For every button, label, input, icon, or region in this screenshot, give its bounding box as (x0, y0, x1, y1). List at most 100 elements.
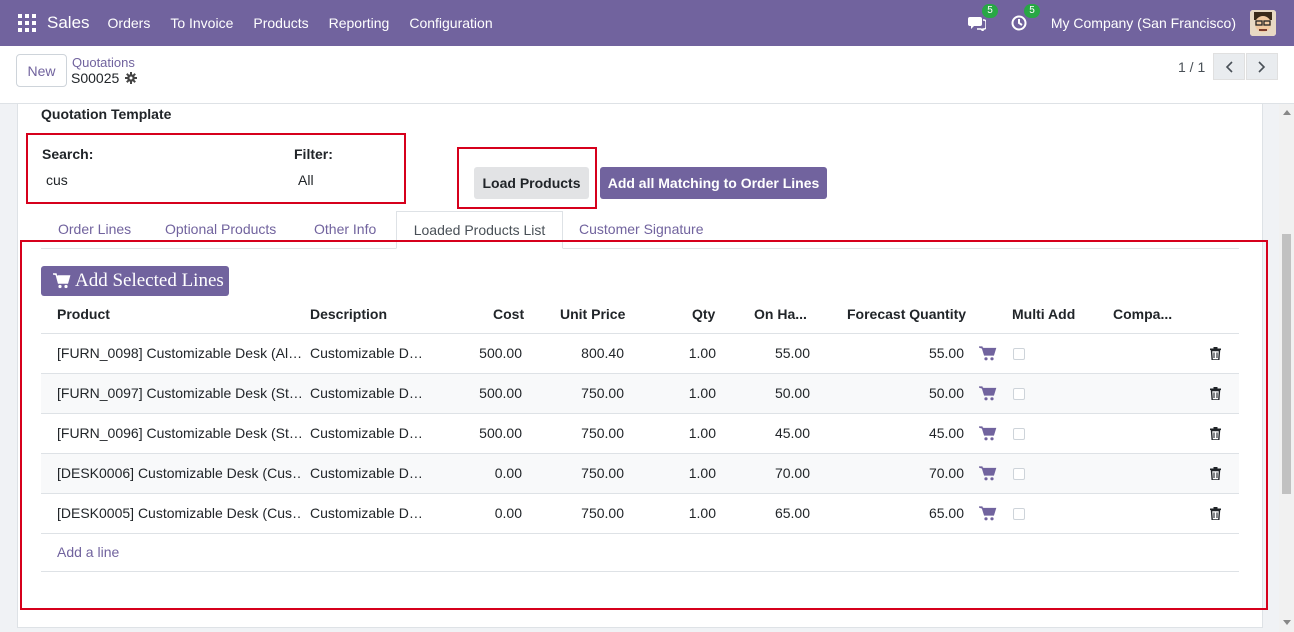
cell-qty[interactable]: 1.00 (641, 425, 716, 441)
cart-icon[interactable] (979, 426, 997, 441)
trash-icon[interactable] (1210, 507, 1221, 520)
table-row[interactable]: [FURN_0098] Customizable Desk (Al… Custo… (41, 334, 1239, 374)
add-a-line-link[interactable]: Add a line (57, 544, 119, 560)
cell-description[interactable]: Customizable D… (310, 345, 430, 361)
company-switcher[interactable]: My Company (San Francisco) (1051, 15, 1236, 31)
gear-icon[interactable] (125, 72, 138, 84)
menu-configuration[interactable]: Configuration (409, 15, 492, 31)
col-qty[interactable]: Qty (692, 306, 715, 322)
cell-description[interactable]: Customizable D… (310, 425, 430, 441)
scroll-down-arrow[interactable] (1283, 620, 1291, 625)
multi-add-checkbox[interactable] (1013, 508, 1025, 520)
pager-next-button[interactable] (1246, 53, 1278, 80)
pager-value[interactable]: 1 / 1 (1178, 59, 1205, 75)
cell-qty[interactable]: 1.00 (641, 345, 716, 361)
col-description[interactable]: Description (310, 306, 387, 322)
tab-other-info[interactable]: Other Info (314, 221, 376, 237)
pager-previous-button[interactable] (1213, 53, 1245, 80)
cell-cost[interactable]: 500.00 (441, 425, 522, 441)
cell-description[interactable]: Customizable D… (310, 385, 430, 401)
cell-forecast: 45.00 (928, 425, 964, 441)
messages-button[interactable]: 5 (967, 4, 998, 33)
trash-icon[interactable] (1210, 387, 1221, 400)
col-multi-add[interactable]: Multi Add (1012, 306, 1075, 322)
cell-qty[interactable]: 1.00 (641, 505, 716, 521)
cell-product[interactable]: [FURN_0097] Customizable Desk (St… (57, 385, 302, 401)
col-unit-price[interactable]: Unit Price (560, 306, 625, 322)
scroll-up-arrow[interactable] (1283, 110, 1291, 115)
table-row[interactable]: [FURN_0096] Customizable Desk (St… Custo… (41, 414, 1239, 454)
col-on-hand[interactable]: On Ha... (754, 306, 807, 322)
cell-description[interactable]: Customizable D… (310, 505, 430, 521)
cart-icon[interactable] (979, 466, 997, 481)
cell-unit-price[interactable]: 750.00 (531, 425, 624, 441)
cart-icon (53, 273, 71, 289)
search-input[interactable]: cus (46, 172, 68, 188)
cell-product[interactable]: [DESK0006] Customizable Desk (Cus… (57, 465, 302, 481)
app-name[interactable]: Sales (47, 13, 90, 33)
add-all-matching-button[interactable]: Add all Matching to Order Lines (600, 167, 827, 199)
tab-order-lines[interactable]: Order Lines (58, 221, 131, 237)
chat-icon (967, 17, 986, 31)
cell-product[interactable]: [FURN_0096] Customizable Desk (St… (57, 425, 302, 441)
menu-products[interactable]: Products (253, 15, 308, 31)
breadcrumb-current: S00025 (71, 70, 138, 86)
cell-unit-price[interactable]: 800.40 (531, 345, 624, 361)
multi-add-checkbox[interactable] (1013, 428, 1025, 440)
scrollbar[interactable] (1279, 104, 1294, 632)
cell-description[interactable]: Customizable D… (310, 465, 430, 481)
menu-reporting[interactable]: Reporting (329, 15, 390, 31)
cell-unit-price[interactable]: 750.00 (531, 385, 624, 401)
col-company[interactable]: Compa... (1113, 306, 1172, 322)
cell-unit-price[interactable]: 750.00 (531, 505, 624, 521)
cell-on-hand: 55.00 (774, 345, 810, 361)
menu-to-invoice[interactable]: To Invoice (170, 15, 233, 31)
cell-qty[interactable]: 1.00 (641, 385, 716, 401)
cell-unit-price[interactable]: 750.00 (531, 465, 624, 481)
multi-add-checkbox[interactable] (1013, 348, 1025, 360)
col-product[interactable]: Product (57, 306, 110, 322)
cell-forecast: 65.00 (928, 505, 964, 521)
record-name: S00025 (71, 70, 120, 86)
cell-cost[interactable]: 0.00 (441, 465, 522, 481)
trash-icon[interactable] (1210, 347, 1221, 360)
menu-orders[interactable]: Orders (108, 15, 151, 31)
multi-add-checkbox[interactable] (1013, 468, 1025, 480)
cell-product[interactable]: [DESK0005] Customizable Desk (Cus… (57, 505, 302, 521)
table-row[interactable]: [FURN_0097] Customizable Desk (St… Custo… (41, 374, 1239, 414)
cell-cost[interactable]: 500.00 (441, 385, 522, 401)
cell-forecast: 55.00 (928, 345, 964, 361)
trash-icon[interactable] (1210, 427, 1221, 440)
activities-button[interactable]: 5 (1009, 4, 1040, 33)
breadcrumb-quotations[interactable]: Quotations (72, 55, 135, 70)
cell-cost[interactable]: 0.00 (441, 505, 522, 521)
user-avatar[interactable] (1250, 10, 1276, 36)
add-selected-lines-button[interactable]: Add Selected Lines (41, 266, 229, 296)
cell-on-hand: 70.00 (774, 465, 810, 481)
col-cost[interactable]: Cost (493, 306, 524, 322)
quotation-template-label: Quotation Template (41, 106, 172, 122)
cart-icon[interactable] (979, 506, 997, 521)
trash-icon[interactable] (1210, 467, 1221, 480)
load-products-button[interactable]: Load Products (474, 167, 589, 199)
new-button[interactable]: New (16, 54, 67, 87)
table-row[interactable]: [DESK0006] Customizable Desk (Cus… Custo… (41, 454, 1239, 494)
cell-product[interactable]: [FURN_0098] Customizable Desk (Al… (57, 345, 302, 361)
apps-grid-icon[interactable] (18, 14, 36, 32)
cell-forecast: 70.00 (928, 465, 964, 481)
search-label: Search: (42, 146, 94, 162)
cell-cost[interactable]: 500.00 (441, 345, 522, 361)
cell-forecast: 50.00 (928, 385, 964, 401)
multi-add-checkbox[interactable] (1013, 388, 1025, 400)
cart-icon[interactable] (979, 346, 997, 361)
messages-badge: 5 (982, 4, 998, 18)
filter-select[interactable]: All (298, 172, 314, 188)
cell-qty[interactable]: 1.00 (641, 465, 716, 481)
scroll-thumb[interactable] (1282, 234, 1291, 494)
tab-optional-products[interactable]: Optional Products (165, 221, 276, 237)
add-line-row: Add a line (41, 533, 1239, 572)
tab-customer-signature[interactable]: Customer Signature (579, 221, 704, 237)
col-forecast-quantity[interactable]: Forecast Quantity (847, 306, 966, 322)
table-row[interactable]: [DESK0005] Customizable Desk (Cus… Custo… (41, 494, 1239, 534)
cart-icon[interactable] (979, 386, 997, 401)
